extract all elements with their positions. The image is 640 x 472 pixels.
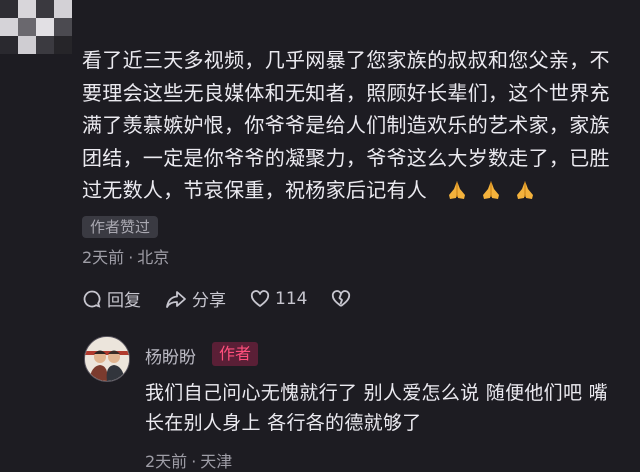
share-arrow-icon <box>166 290 186 308</box>
reply-avatar[interactable] <box>84 336 130 382</box>
folded-hands-icon <box>516 181 533 199</box>
comment-actions: 回复 分享 114 <box>82 286 380 311</box>
reply-time: 2天前 <box>145 452 188 471</box>
broken-heart-icon <box>332 289 351 307</box>
comment-location: 北京 <box>137 248 170 267</box>
reply-username[interactable]: 杨盼盼 <box>145 343 196 368</box>
reply-text: 我们自己问心无愧就行了 别人爱怎么说 随便他们吧 嘴长在别人身上 各行各的德就够… <box>145 382 608 434</box>
reply-bubble-icon <box>83 290 101 308</box>
commenter-avatar-pixelated[interactable] <box>0 0 72 56</box>
share-label: 分享 <box>192 291 226 311</box>
emoji-group <box>427 178 536 202</box>
reply-meta: 2天前 · 天津 <box>145 448 232 472</box>
reply-button[interactable]: 回复 <box>82 286 141 311</box>
author-badge: 作者 <box>212 342 259 366</box>
comment-text: 看了近三天多视频，几乎网暴了您家族的叔叔和您父亲，不要理会这些无良媒体和无知者，… <box>82 48 610 202</box>
like-button[interactable]: 114 <box>250 289 307 309</box>
author-liked-badge: 作者赞过 <box>82 216 159 238</box>
comment-meta: 2天前 · 北京 <box>82 244 169 268</box>
comment-time: 2天前 <box>82 248 125 267</box>
meta-separator: · <box>128 248 134 267</box>
reply-location: 天津 <box>200 452 233 471</box>
meta-separator: · <box>191 452 197 471</box>
folded-hands-icon <box>482 181 499 199</box>
share-button[interactable]: 分享 <box>165 286 226 311</box>
avatar-photo-icon <box>85 337 129 381</box>
folded-hands-icon <box>448 181 465 199</box>
dislike-button[interactable] <box>331 289 356 309</box>
reply-label: 回复 <box>107 291 141 311</box>
heart-icon <box>250 289 270 307</box>
like-count: 114 <box>275 288 308 309</box>
